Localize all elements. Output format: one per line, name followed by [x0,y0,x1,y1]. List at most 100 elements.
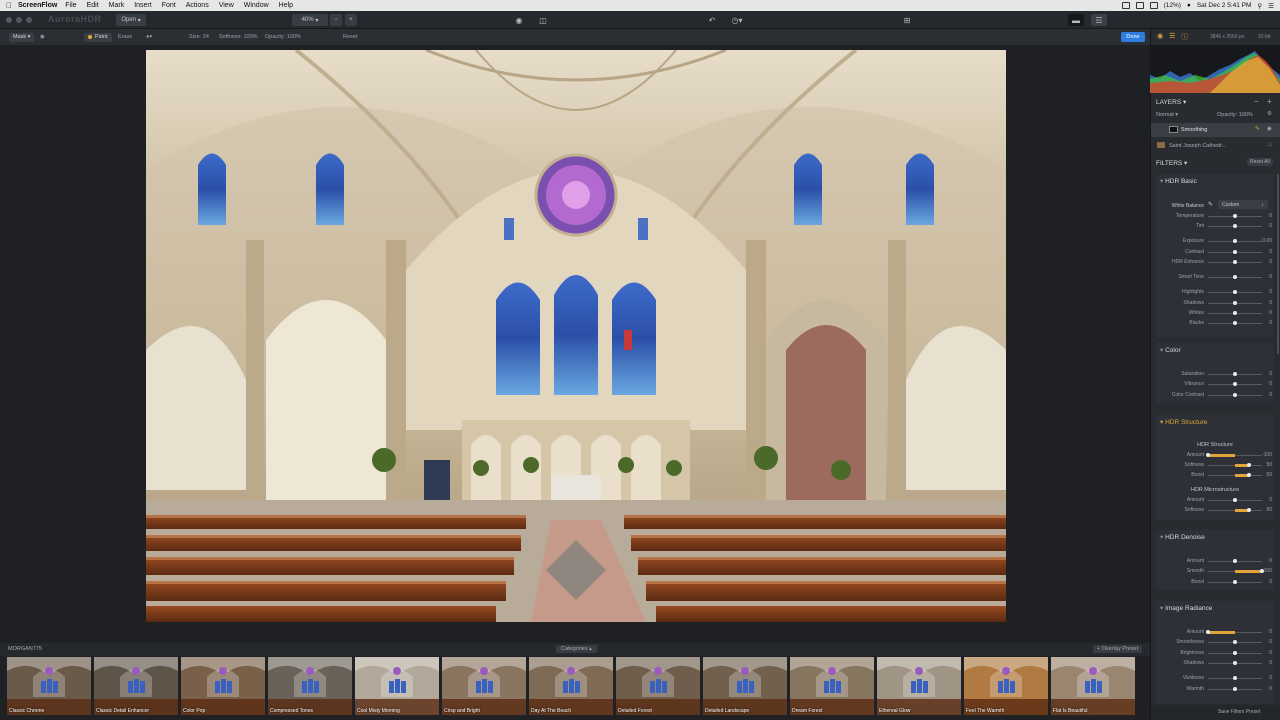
slider-track[interactable] [1206,630,1262,634]
hdr-denoise-header[interactable]: ▾ HDR Denoise [1156,530,1274,544]
hdr-basic-slider-smart-tone[interactable]: Smart Tone 0 [1156,273,1274,281]
slider-track[interactable] [1208,311,1262,315]
image-radiance-slider-shadows[interactable]: Shadows 0 [1156,659,1274,667]
categories-button[interactable]: Categories ▴ [556,645,597,653]
battery-icon[interactable] [1149,2,1158,9]
status-icon[interactable] [1121,2,1130,9]
preset-thumbnail[interactable]: Classic Chrome [7,657,91,715]
preset-thumbnail[interactable]: Day At The Beach [529,657,613,715]
filters-title[interactable]: FILTERS ▾ [1156,159,1187,167]
history-icon[interactable]: ◷▾ [726,14,748,26]
layer-row-base[interactable]: Saint Joseph Cathedr... □ [1151,139,1280,153]
slider-knob[interactable] [1233,372,1237,376]
slider-track[interactable] [1208,569,1264,573]
menu-edit[interactable]: Edit [87,2,99,9]
slider-track[interactable] [1208,301,1262,305]
hdr-denoise-slider-smooth[interactable]: Smooth 100 [1156,567,1274,575]
slider-knob[interactable] [1233,260,1237,264]
slider-track[interactable] [1206,453,1262,457]
slider-knob[interactable] [1206,630,1210,634]
brush-opacity[interactable]: Opacity: 100% [265,32,301,42]
layers-icon[interactable]: ☰ [1169,32,1175,42]
slider-knob[interactable] [1233,311,1237,315]
slider-knob[interactable] [1233,275,1237,279]
menu-app-name[interactable]: ScreenFlow [18,2,57,9]
slider-track[interactable] [1208,224,1262,228]
slider-track[interactable] [1208,661,1262,665]
slider-knob[interactable] [1233,393,1237,397]
layer-visibility-icon[interactable]: ◉ [1267,126,1272,132]
eyedropper-icon[interactable]: ✎ [1208,201,1213,208]
brush-reset-button[interactable]: Reset [343,32,357,42]
info-icon[interactable]: ⓘ [1181,32,1188,42]
hdr-structure-header[interactable]: ▾ HDR Structure [1156,415,1274,429]
slider-track[interactable] [1208,676,1262,680]
hdr-basic-header[interactable]: ▾ HDR Basic [1156,174,1274,188]
hdr-microstructure-slider-softness[interactable]: Softness 50 [1156,506,1274,514]
layout-icon[interactable]: ▬ [1068,14,1084,26]
layers-title[interactable]: LAYERS ▾ [1156,98,1186,106]
slider-track[interactable] [1208,651,1262,655]
slider-track[interactable] [1208,372,1262,376]
layer-settings-icon[interactable]: ⚙ [1267,111,1272,117]
crop-icon[interactable]: ⊞ [899,14,915,26]
image-radiance-slider-vividness[interactable]: Vividness 0 [1156,674,1274,682]
brush-icon[interactable]: ✎ [1255,126,1260,132]
hdr-basic-slider-temperature[interactable]: Temperature 0 [1156,212,1274,220]
hdr-structure-slider-amount[interactable]: Amount -100 [1156,451,1274,459]
slider-track[interactable] [1208,214,1262,218]
zoom-window-button[interactable] [26,16,32,23]
menu-file[interactable]: File [65,2,76,9]
hdr-basic-slider-highlights[interactable]: Highlights 0 [1156,288,1274,296]
hdr-basic-slider-blacks[interactable]: Blacks 0 [1156,319,1274,327]
slider-track[interactable] [1208,580,1262,584]
adjust-icon[interactable]: ◉ [1157,32,1163,42]
sliders-icon[interactable]: ☰ [1091,14,1107,26]
overlay-preset-button[interactable]: + Overlay Preset [1093,645,1143,653]
compare-icon[interactable]: ◫ [535,14,551,26]
preset-thumbnail[interactable]: Classic Detail Enhancer [94,657,178,715]
color-slider-vibrance[interactable]: Vibrance 0 [1156,380,1274,388]
preset-thumbnail[interactable]: Feel The Warmth [964,657,1048,715]
slider-track[interactable] [1208,463,1262,467]
hdr-basic-slider-hdr-enhance[interactable]: HDR Enhance 0 [1156,258,1274,266]
slider-knob[interactable] [1233,290,1237,294]
zoom-in-button[interactable]: + [345,14,357,26]
image-radiance-header[interactable]: ▾ Image Radiance [1156,601,1274,615]
menu-window[interactable]: Window [244,2,269,9]
undo-icon[interactable]: ↶ [704,14,720,26]
hdr-basic-slider-tint[interactable]: Tint 0 [1156,222,1274,230]
slider-knob[interactable] [1233,559,1237,563]
menu-help[interactable]: Help [279,2,293,9]
status-icon[interactable] [1135,2,1144,9]
slider-knob[interactable] [1233,239,1237,243]
done-button[interactable]: Done [1121,32,1145,42]
slider-knob[interactable] [1233,580,1237,584]
image-radiance-slider-amount[interactable]: Amount 0 [1156,628,1274,636]
preset-thumbnail[interactable]: Ethereal Glow [877,657,961,715]
image-radiance-slider-smoothness[interactable]: Smoothness 0 [1156,638,1274,646]
slider-track[interactable] [1208,508,1262,512]
menu-view[interactable]: View [219,2,234,9]
hdr-structure-slider-boost[interactable]: Boost 50 [1156,471,1274,479]
slider-knob[interactable] [1233,498,1237,502]
image-radiance-slider-warmth[interactable]: Warmth 0 [1156,685,1274,693]
hdr-basic-slider-exposure[interactable]: Exposure 0.00 [1156,237,1274,245]
preset-thumbnail[interactable]: Color Pop [181,657,265,715]
slider-knob[interactable] [1233,687,1237,691]
preset-thumbnail[interactable]: Compressed Tones [268,657,352,715]
cathedral-photo[interactable] [146,50,1006,622]
blend-mode-select[interactable]: Normal ▾ [1156,112,1178,118]
image-radiance-slider-brightness[interactable]: Brightness 0 [1156,649,1274,657]
slider-track[interactable] [1208,640,1262,644]
brush-softness[interactable]: Softness: 100% [219,32,258,42]
preset-collection-name[interactable]: MORGAN775 [8,646,42,652]
hdr-basic-slider-contrast[interactable]: Contrast 0 [1156,248,1274,256]
wifi-icon[interactable]: ● [1187,2,1191,9]
slider-knob[interactable] [1233,224,1237,228]
close-window-button[interactable] [6,16,12,23]
slider-track[interactable] [1208,321,1262,325]
white-balance-select[interactable]: Custom ↕ [1218,200,1268,209]
slider-track[interactable] [1208,250,1262,254]
erase-button[interactable]: Erase [118,32,132,42]
